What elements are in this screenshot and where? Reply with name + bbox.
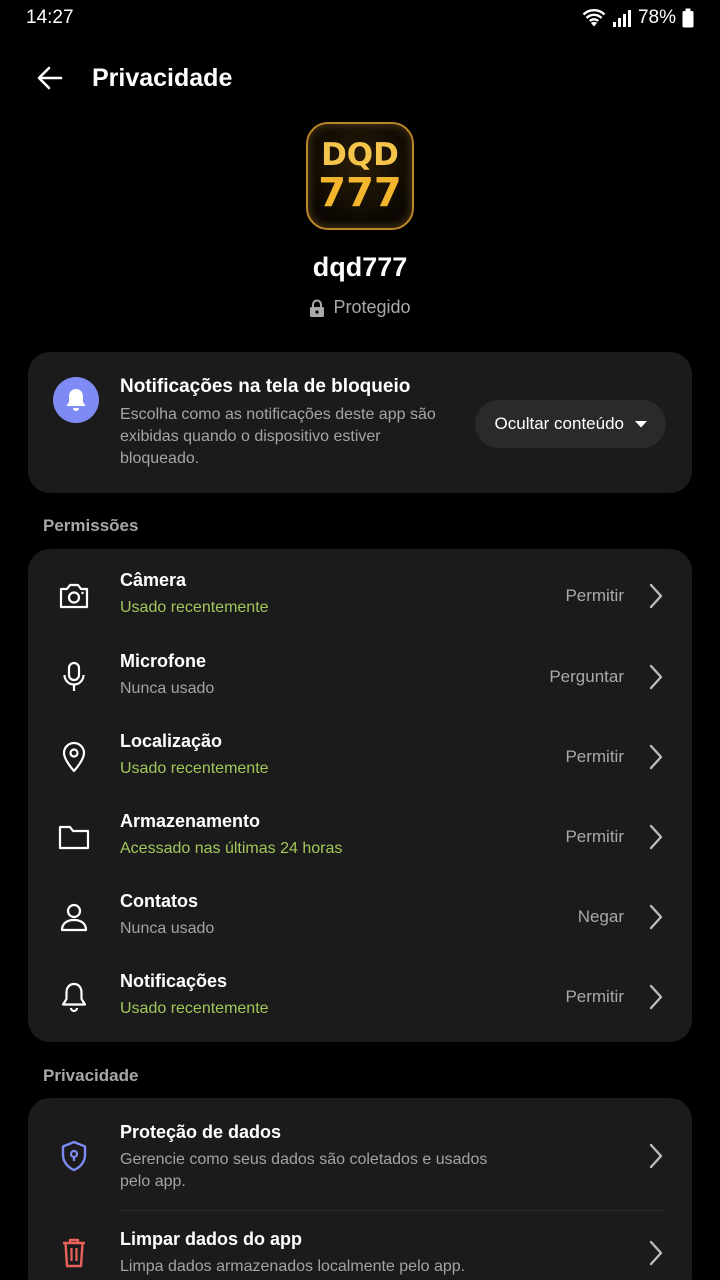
app-name: dqd777 [312, 252, 408, 282]
status-icons: 78% [582, 7, 694, 29]
dropdown-value: Ocultar conteúdo [494, 414, 624, 433]
folder-icon [56, 819, 92, 855]
permission-status: Acessado nas últimas 24 horas [120, 840, 343, 857]
permission-location[interactable]: Localização Usado recentemente Permitir [28, 717, 692, 797]
permission-value: Permitir [565, 987, 624, 1006]
logo-text-bottom: 777 [318, 170, 402, 216]
chevron-right-icon [646, 582, 666, 610]
location-icon [56, 739, 92, 775]
permissions-section-header: Permissões [43, 516, 139, 535]
permission-value: Perguntar [549, 667, 624, 686]
notification-bell-badge [53, 377, 99, 423]
wifi-icon [582, 9, 606, 27]
permission-value: Permitir [565, 747, 624, 766]
app-logo: DQD 777 [306, 122, 414, 230]
app-bar: Privacidade [0, 50, 720, 106]
chevron-right-icon [646, 1142, 666, 1170]
privacy-item-name: Limpar dados do app [120, 1229, 303, 1249]
trash-icon [56, 1235, 92, 1271]
permission-notifications[interactable]: Notificações Usado recentemente Permitir [28, 957, 692, 1037]
permission-name: Localização [120, 731, 223, 751]
privacy-card: Proteção de dados Gerencie como seus dad… [28, 1098, 692, 1280]
permission-name: Câmera [120, 570, 187, 590]
chevron-right-icon [646, 1239, 666, 1267]
signal-icon [612, 10, 631, 27]
status-time: 14:27 [26, 7, 74, 28]
status-bar: 14:27 78% [0, 0, 720, 36]
lock-screen-visibility-dropdown[interactable]: Ocultar conteúdo [474, 400, 666, 448]
microphone-icon [56, 659, 92, 695]
permission-contacts[interactable]: Contatos Nunca usado Negar [28, 877, 692, 957]
lock-screen-title: Notificações na tela de bloqueio [120, 376, 411, 397]
app-header: DQD 777 dqd777 Protegido [0, 122, 720, 318]
person-icon [56, 899, 92, 935]
back-button[interactable] [22, 50, 78, 106]
lock-screen-description: Escolha como as notificações deste app s… [120, 406, 436, 467]
bell-icon [56, 979, 92, 1015]
permissions-card: Câmera Usado recentemente Permitir Micro… [28, 549, 692, 1042]
chevron-right-icon [646, 823, 666, 851]
permission-camera[interactable]: Câmera Usado recentemente Permitir [28, 556, 692, 636]
lock-screen-notifications-card: Notificações na tela de bloqueio Escolha… [28, 352, 692, 493]
protected-badge: Protegido [309, 297, 411, 318]
privacy-item-name: Proteção de dados [120, 1122, 282, 1142]
permission-status: Nunca usado [120, 920, 215, 937]
privacy-item-description: Gerencie como seus dados são coletados e… [120, 1151, 488, 1190]
permission-status: Usado recentemente [120, 1000, 269, 1017]
data-protection-item[interactable]: Proteção de dados Gerencie como seus dad… [28, 1098, 692, 1210]
privacy-item-description: Limpa dados armazenados localmente pelo … [120, 1258, 466, 1275]
chevron-right-icon [646, 903, 666, 931]
page-title: Privacidade [92, 63, 233, 92]
chevron-right-icon [646, 983, 666, 1011]
battery-percent: 78% [637, 7, 676, 28]
permission-status: Nunca usado [120, 680, 215, 697]
caret-down-icon [635, 421, 647, 428]
arrow-left-icon [37, 66, 63, 90]
shield-icon [56, 1138, 92, 1174]
privacy-section-header: Privacidade [43, 1066, 139, 1085]
permission-microphone[interactable]: Microfone Nunca usado Perguntar [28, 637, 692, 717]
lock-icon [310, 299, 325, 317]
permission-name: Contatos [120, 891, 198, 911]
permission-storage[interactable]: Armazenamento Acessado nas últimas 24 ho… [28, 797, 692, 877]
permission-name: Notificações [120, 971, 228, 991]
logo-text-top: DQD [321, 137, 399, 173]
protected-label: Protegido [333, 297, 411, 317]
camera-icon [56, 578, 92, 614]
chevron-right-icon [646, 743, 666, 771]
permission-value: Permitir [565, 586, 624, 605]
battery-icon [682, 8, 694, 28]
permission-status: Usado recentemente [120, 599, 269, 616]
clear-app-data-item[interactable]: Limpar dados do app Limpa dados armazena… [28, 1211, 692, 1280]
permission-name: Armazenamento [120, 811, 261, 831]
bell-icon [66, 389, 86, 411]
permission-value: Negar [577, 907, 624, 926]
permission-name: Microfone [120, 651, 207, 671]
chevron-right-icon [646, 663, 666, 691]
permission-status: Usado recentemente [120, 760, 269, 777]
permission-value: Permitir [565, 827, 624, 846]
